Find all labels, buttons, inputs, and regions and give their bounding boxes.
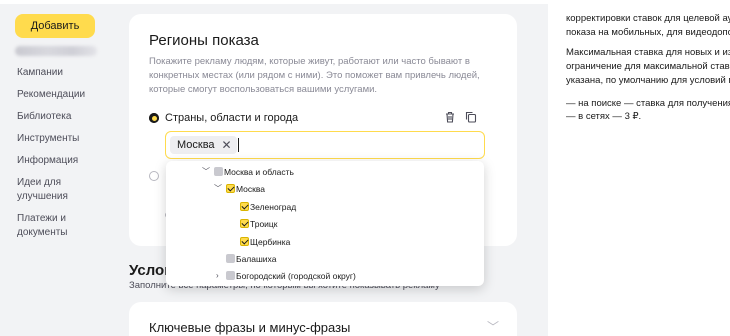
text-caret bbox=[238, 138, 239, 152]
region-search-input[interactable]: Москва ✕ bbox=[165, 131, 485, 159]
help-panel: корректировки ставок для целевой ауд пок… bbox=[548, 0, 730, 336]
checkbox-unchecked[interactable] bbox=[226, 254, 235, 263]
sidebar-nav: Кампании Рекомендации Библиотека Инструм… bbox=[17, 66, 112, 240]
keywords-card-title: Ключевые фразы и минус-фразы bbox=[149, 320, 351, 335]
tree-item-label: Балашиха bbox=[236, 254, 277, 264]
checkbox-checked[interactable] bbox=[240, 202, 249, 211]
region-chip-label: Москва bbox=[177, 139, 215, 151]
chevron-down-icon[interactable]: ﹀ bbox=[214, 182, 222, 196]
tree-item-label: Троицк bbox=[250, 219, 278, 229]
sidebar-item-tools[interactable]: Инструменты bbox=[17, 132, 112, 146]
copy-icon[interactable] bbox=[464, 110, 478, 124]
checkbox-checked[interactable] bbox=[240, 237, 249, 246]
tree-item-label: Москва bbox=[236, 184, 266, 194]
chevron-right-icon[interactable]: › bbox=[216, 269, 224, 283]
chevron-down-icon[interactable]: ﹀ bbox=[487, 318, 499, 335]
help-text-line: показа на мобильных, для видеодополн bbox=[566, 27, 730, 38]
sidebar-item-payments[interactable]: Платежи и документы bbox=[17, 212, 77, 240]
sidebar: Добавить Кампании Рекомендации Библиотек… bbox=[0, 4, 115, 336]
tree-item-label: Зеленоград bbox=[250, 202, 297, 212]
help-text-line: указана, по умолчанию для условий пок bbox=[566, 75, 730, 86]
help-text-line: — в сетях — 3 ₽. bbox=[566, 111, 642, 122]
account-name-blurred[interactable] bbox=[15, 46, 97, 56]
remove-region-icon[interactable]: ✕ bbox=[222, 136, 232, 154]
regions-description: Покажите рекламу людям, которые живут, р… bbox=[149, 56, 480, 95]
checkbox-partial[interactable] bbox=[214, 167, 223, 176]
regions-option-radio[interactable] bbox=[149, 113, 159, 123]
help-text-line: корректировки ставок для целевой ауд bbox=[566, 13, 730, 24]
chevron-down-icon[interactable]: ﹀ bbox=[202, 165, 210, 179]
checkbox-checked[interactable] bbox=[240, 219, 249, 228]
help-text-line: ограничение для максимальной ставки. bbox=[566, 61, 730, 72]
tree-item-label: Москва и область bbox=[224, 167, 294, 177]
tree-item-label: Богородский (городской округ) bbox=[236, 271, 356, 281]
checkbox-checked[interactable] bbox=[226, 184, 235, 193]
regions-title: Регионы показа bbox=[149, 32, 259, 49]
sidebar-item-info[interactable]: Информация bbox=[17, 154, 112, 168]
help-text-line: — на поиске — ставка для получения 9 bbox=[566, 98, 730, 109]
tree-item-label: Щербинка bbox=[250, 237, 291, 247]
trash-icon[interactable] bbox=[443, 110, 457, 124]
region-chip: Москва ✕ bbox=[170, 136, 237, 154]
sidebar-item-ideas[interactable]: Идеи для улучшения bbox=[17, 176, 77, 204]
region-dropdown: ﹀ Москва и область ﹀ Москва Зеленоград Т… bbox=[166, 161, 484, 286]
alternate-option-radio[interactable] bbox=[149, 171, 159, 181]
keywords-card[interactable]: Ключевые фразы и минус-фразы ﹀ bbox=[129, 302, 517, 336]
help-text-line: Максимальная ставка для новых и измен bbox=[566, 47, 730, 58]
sidebar-item-campaigns[interactable]: Кампании bbox=[17, 66, 112, 80]
checkbox-unchecked[interactable] bbox=[226, 271, 235, 280]
add-button[interactable]: Добавить bbox=[15, 14, 95, 38]
regions-option-label[interactable]: Страны, области и города bbox=[165, 112, 298, 124]
sidebar-item-library[interactable]: Библиотека bbox=[17, 110, 112, 124]
sidebar-item-recommendations[interactable]: Рекомендации bbox=[17, 88, 112, 102]
